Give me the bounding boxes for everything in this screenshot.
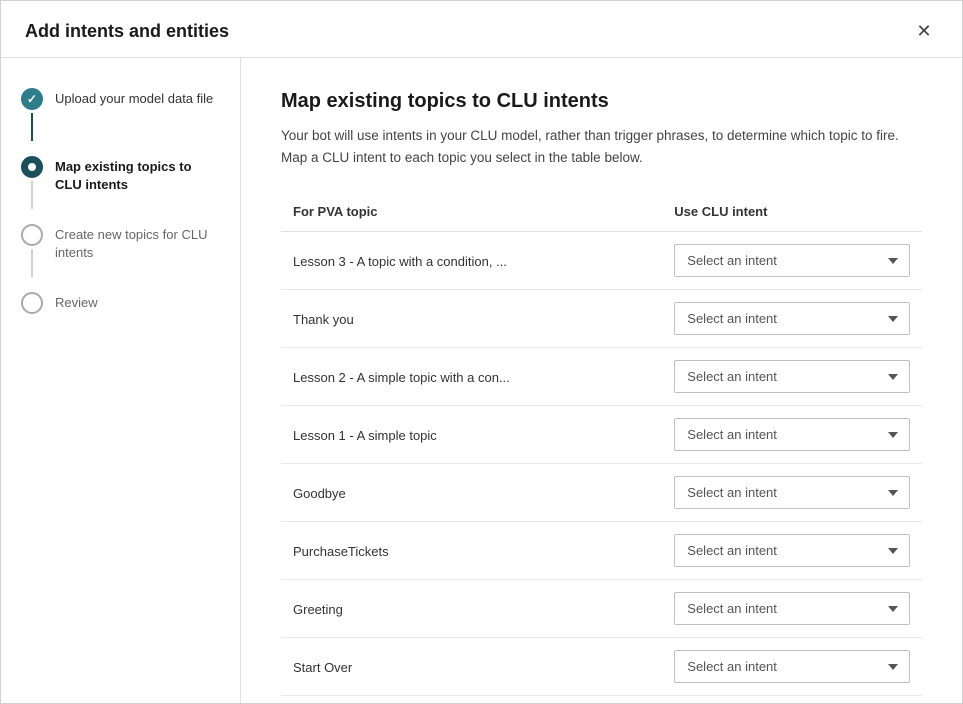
sidebar: ✓ Upload your model data file Map existi… [1, 58, 241, 703]
topic-cell: PurchaseTickets [281, 522, 662, 580]
intent-select-wrapper: Select an intent [674, 360, 910, 393]
checkmark-icon: ✓ [27, 92, 37, 106]
step-left-create [21, 224, 43, 280]
step-label-map: Map existing topics to CLU intents [55, 156, 220, 194]
table-row: PurchaseTickets Select an intent [281, 522, 922, 580]
mapping-table: For PVA topic Use CLU intent Lesson 3 - … [281, 196, 922, 696]
topic-name: Goodbye [293, 486, 346, 501]
intent-cell: Select an intent [662, 638, 922, 696]
intent-select-6[interactable]: Select an intent [674, 592, 910, 625]
topic-cell: Lesson 3 - A topic with a condition, ... [281, 232, 662, 290]
close-button[interactable]: ✕ [910, 17, 938, 45]
topic-cell: Lesson 2 - A simple topic with a con... [281, 348, 662, 406]
step-circle-create [21, 224, 43, 246]
add-intents-dialog: Add intents and entities ✕ ✓ Upload your… [0, 0, 963, 704]
topic-cell: Lesson 1 - A simple topic [281, 406, 662, 464]
intent-select-wrapper: Select an intent [674, 302, 910, 335]
topic-name: Lesson 1 - A simple topic [293, 428, 437, 443]
intent-cell: Select an intent [662, 580, 922, 638]
intent-select-wrapper: Select an intent [674, 476, 910, 509]
topic-name: Lesson 2 - A simple topic with a con... [293, 370, 510, 385]
main-content: Map existing topics to CLU intents Your … [241, 58, 962, 703]
intent-select-0[interactable]: Select an intent [674, 244, 910, 277]
intent-select-4[interactable]: Select an intent [674, 476, 910, 509]
step-circle-review [21, 292, 43, 314]
table-row: Lesson 2 - A simple topic with a con... S… [281, 348, 922, 406]
step-circle-upload: ✓ [21, 88, 43, 110]
sidebar-item-upload: ✓ Upload your model data file [1, 82, 240, 150]
topic-cell: Greeting [281, 580, 662, 638]
topic-name: Start Over [293, 660, 352, 675]
step-label-create: Create new topics for CLU intents [55, 224, 220, 262]
intent-select-wrapper: Select an intent [674, 650, 910, 683]
intent-select-1[interactable]: Select an intent [674, 302, 910, 335]
intent-cell: Select an intent [662, 522, 922, 580]
table-row: Goodbye Select an intent [281, 464, 922, 522]
table-row: Thank you Select an intent [281, 290, 922, 348]
step-connector-2 [31, 181, 33, 209]
step-left-map [21, 156, 43, 212]
topic-name: PurchaseTickets [293, 544, 389, 559]
sidebar-item-map: Map existing topics to CLU intents [1, 150, 240, 218]
intent-select-2[interactable]: Select an intent [674, 360, 910, 393]
intent-select-wrapper: Select an intent [674, 592, 910, 625]
sidebar-item-review: Review [1, 286, 240, 320]
col-header-topic: For PVA topic [281, 196, 662, 232]
intent-select-7[interactable]: Select an intent [674, 650, 910, 683]
topic-cell: Start Over [281, 638, 662, 696]
topic-name: Thank you [293, 312, 354, 327]
intent-select-wrapper: Select an intent [674, 244, 910, 277]
intent-select-wrapper: Select an intent [674, 418, 910, 451]
active-dot [28, 163, 36, 171]
intent-select-wrapper: Select an intent [674, 534, 910, 567]
sidebar-item-create: Create new topics for CLU intents [1, 218, 240, 286]
table-row: Start Over Select an intent [281, 638, 922, 696]
topic-cell: Goodbye [281, 464, 662, 522]
intent-cell: Select an intent [662, 232, 922, 290]
table-row: Lesson 3 - A topic with a condition, ...… [281, 232, 922, 290]
intent-cell: Select an intent [662, 464, 922, 522]
intent-select-3[interactable]: Select an intent [674, 418, 910, 451]
topic-name: Greeting [293, 602, 343, 617]
col-header-intent: Use CLU intent [662, 196, 922, 232]
step-label-review: Review [55, 292, 98, 312]
close-icon: ✕ [916, 21, 931, 42]
intent-cell: Select an intent [662, 348, 922, 406]
dialog-title: Add intents and entities [25, 21, 229, 42]
step-circle-map [21, 156, 43, 178]
step-connector-3 [31, 249, 33, 277]
step-left-review [21, 292, 43, 314]
dialog-body: ✓ Upload your model data file Map existi… [1, 58, 962, 703]
topic-cell: Thank you [281, 290, 662, 348]
intent-cell: Select an intent [662, 290, 922, 348]
dialog-header: Add intents and entities ✕ [1, 1, 962, 58]
section-title: Map existing topics to CLU intents [281, 90, 922, 113]
topic-name: Lesson 3 - A topic with a condition, ... [293, 254, 507, 269]
table-row: Greeting Select an intent [281, 580, 922, 638]
intent-select-5[interactable]: Select an intent [674, 534, 910, 567]
step-connector-1 [31, 113, 33, 141]
section-description: Your bot will use intents in your CLU mo… [281, 125, 922, 168]
table-row: Lesson 1 - A simple topic Select an inten… [281, 406, 922, 464]
step-left-upload: ✓ [21, 88, 43, 144]
intent-cell: Select an intent [662, 406, 922, 464]
step-label-upload: Upload your model data file [55, 88, 213, 108]
